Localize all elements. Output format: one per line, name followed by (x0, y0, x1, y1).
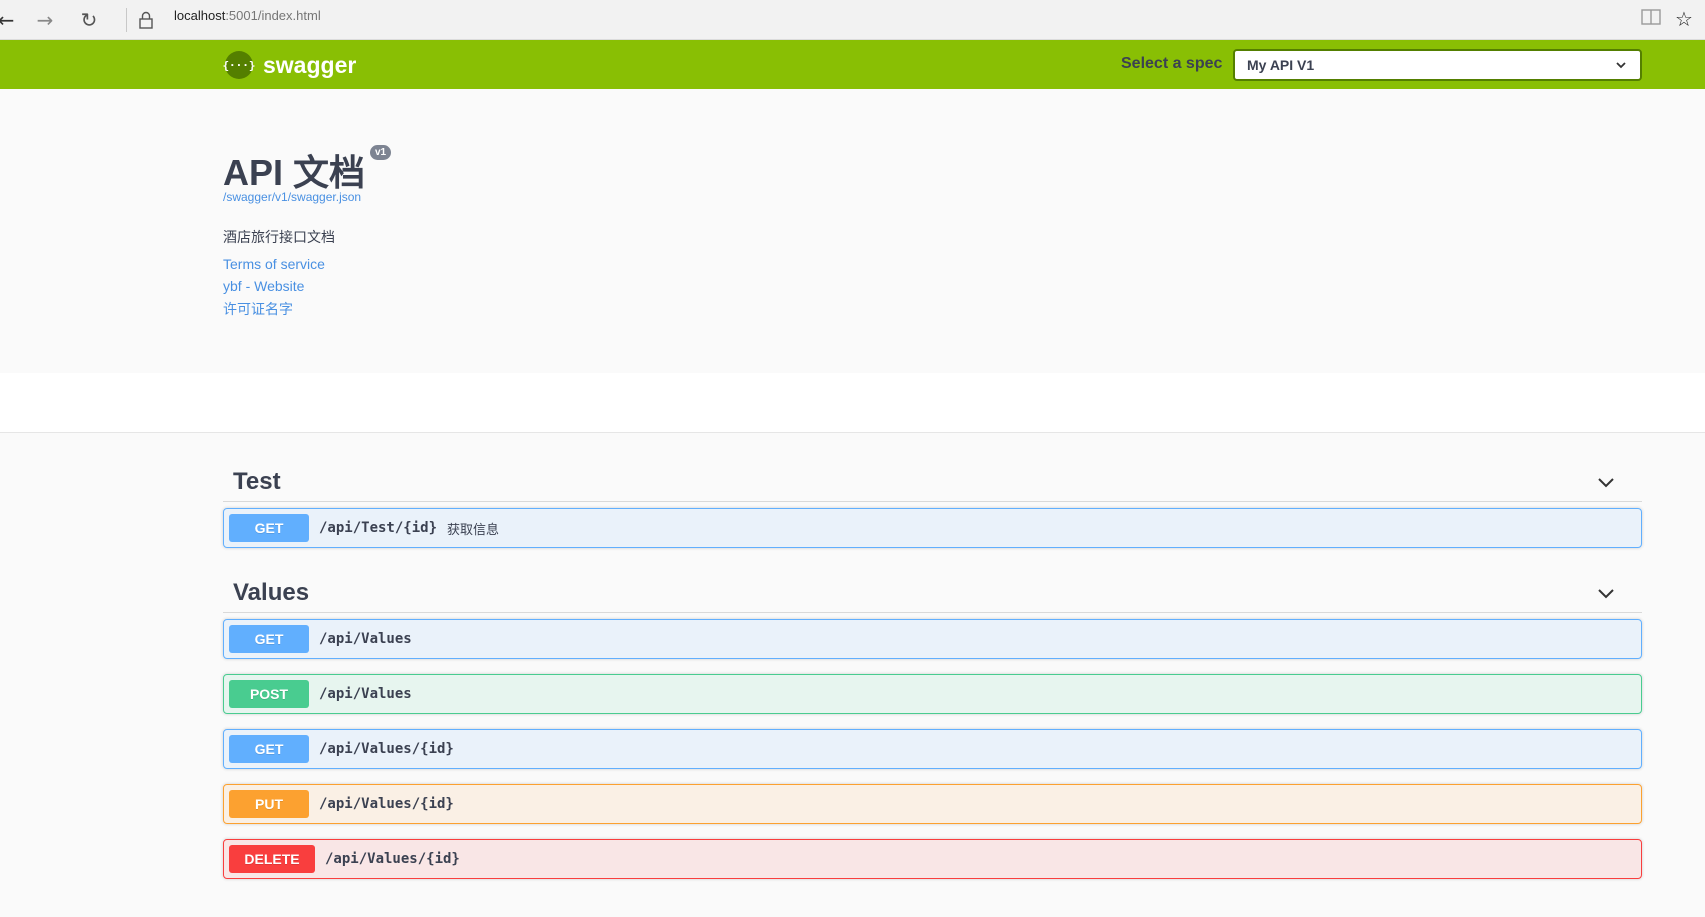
spec-select-label: Select a spec (1121, 55, 1223, 72)
tag-header-values[interactable]: Values (223, 569, 1642, 613)
swagger-topbar: {···} swagger Select a spec My API V1 (0, 40, 1705, 89)
tag-name: Values (233, 579, 310, 606)
favorite-button[interactable]: ☆ (1672, 7, 1696, 31)
browser-toolbar: ← → ↻ localhost:5001/index.html ☆ (0, 0, 1705, 40)
method-badge: GET (229, 514, 309, 542)
scheme-container (0, 373, 1705, 433)
reload-button[interactable]: ↻ (75, 6, 103, 34)
operation-delete-values-id[interactable]: DELETE /api/Values/{id} (223, 839, 1642, 879)
chevron-down-icon (1598, 589, 1614, 599)
method-badge: DELETE (229, 845, 315, 873)
operation-path: /api/Test/{id} (319, 520, 438, 536)
address-separator (126, 8, 127, 32)
method-badge: GET (229, 735, 309, 763)
arrow-left-icon: ← (0, 8, 15, 32)
operation-post-values[interactable]: POST /api/Values (223, 674, 1642, 714)
back-button[interactable]: ← (0, 6, 20, 34)
swagger-logo[interactable]: {···} swagger (222, 51, 357, 79)
spec-select[interactable]: My API V1 (1233, 49, 1642, 81)
operation-path: /api/Values/{id} (319, 796, 454, 812)
swagger-logo-icon: {···} (222, 51, 256, 79)
operation-put-values-id[interactable]: PUT /api/Values/{id} (223, 784, 1642, 824)
reading-view-icon (1641, 9, 1661, 25)
api-info: API 文档 v1 /swagger/v1/swagger.json 酒店旅行接… (0, 89, 1705, 373)
operation-path: /api/Values/{id} (325, 851, 460, 867)
arrow-right-icon: → (36, 8, 54, 32)
chevron-down-icon (1616, 62, 1626, 69)
version-badge: v1 (370, 145, 392, 160)
page-title: API 文档 (223, 152, 366, 193)
operation-path: /api/Values (319, 686, 412, 702)
operation-path: /api/Values/{id} (319, 741, 454, 757)
lock-icon (139, 11, 153, 29)
url-host: localhost (174, 8, 226, 23)
tag-header-test[interactable]: Test (223, 458, 1642, 502)
tag-name: Test (233, 468, 281, 495)
operation-path: /api/Values (319, 631, 412, 647)
forward-button[interactable]: → (31, 6, 59, 34)
swagger-json-link[interactable]: /swagger/v1/swagger.json (223, 190, 361, 204)
reload-icon: ↻ (80, 8, 98, 32)
operation-get-values-id[interactable]: GET /api/Values/{id} (223, 729, 1642, 769)
license-link[interactable]: 许可证名字 (223, 299, 293, 319)
chevron-down-icon (1598, 478, 1614, 488)
method-badge: GET (229, 625, 309, 653)
operation-get-test-id[interactable]: GET /api/Test/{id} 获取信息 (223, 508, 1642, 548)
operation-summary: 获取信息 (447, 521, 500, 537)
terms-of-service-link[interactable]: Terms of service (223, 256, 325, 272)
swagger-logo-text: swagger (263, 51, 357, 78)
address-bar[interactable]: localhost:5001/index.html (174, 8, 321, 24)
api-description: 酒店旅行接口文档 (223, 229, 335, 245)
website-link[interactable]: ybf - Website (223, 278, 304, 294)
star-icon: ☆ (1675, 7, 1693, 31)
method-badge: POST (229, 680, 309, 708)
reading-view-button[interactable] (1640, 8, 1662, 30)
spec-select-value: My API V1 (1247, 57, 1315, 73)
operation-get-values[interactable]: GET /api/Values (223, 619, 1642, 659)
method-badge: PUT (229, 790, 309, 818)
url-path: :5001/index.html (225, 8, 321, 23)
